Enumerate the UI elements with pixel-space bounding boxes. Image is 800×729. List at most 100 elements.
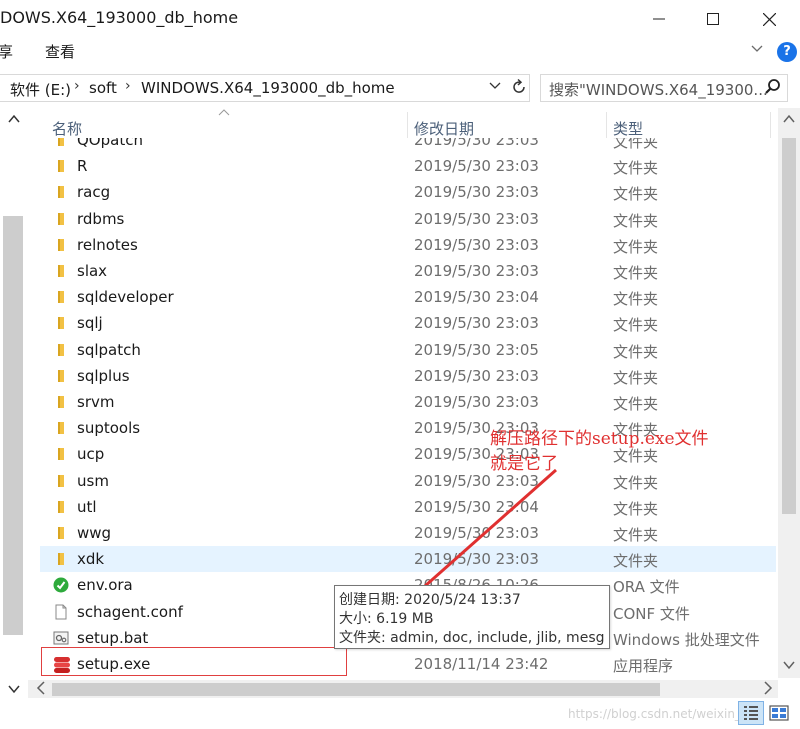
file-type: 文件夹 (613, 290, 659, 309)
column-divider[interactable] (770, 112, 771, 138)
file-row[interactable]: xdk 2019/5/30 23:03 文件夹 (40, 546, 776, 573)
file-name: wwg (77, 524, 112, 542)
folder-icon (53, 138, 69, 148)
column-header-date[interactable]: 修改日期 (414, 118, 474, 139)
file-row[interactable]: sqlj 2019/5/30 23:03 文件夹 (40, 310, 776, 336)
breadcrumb-chevron-icon[interactable]: › (125, 78, 131, 94)
file-row[interactable]: sqlpatch 2019/5/30 23:05 文件夹 (40, 337, 776, 363)
file-modified-date: 2019/5/30 23:03 (414, 235, 539, 254)
scroll-up-icon[interactable] (783, 113, 795, 127)
annotation-text-line1: 解压路径下的setup.exe文件 (490, 429, 709, 449)
column-header-name[interactable]: 名称 (52, 118, 82, 139)
folder-icon (53, 551, 69, 567)
scroll-down-icon[interactable] (783, 659, 795, 673)
file-type: 文件夹 (613, 316, 659, 335)
file-row[interactable]: QOpatch 2019/5/30 23:03 文件夹 (40, 138, 776, 153)
file-row[interactable]: rdbms 2019/5/30 23:03 文件夹 (40, 206, 776, 232)
large-icons-view-button[interactable] (768, 703, 790, 723)
file-row[interactable]: wwg 2019/5/30 23:03 文件夹 (40, 520, 776, 546)
help-icon[interactable]: ? (777, 42, 797, 62)
search-placeholder: 搜索"WINDOWS.X64_19300... (549, 81, 768, 99)
file-name: srvm (77, 393, 115, 411)
file-type: 文件夹 (613, 211, 659, 230)
scroll-right-icon[interactable] (763, 681, 773, 699)
column-header-type[interactable]: 类型 (613, 118, 643, 139)
file-modified-date: 2018/11/14 23:42 (414, 655, 549, 673)
file-name: xdk (77, 550, 105, 569)
tab-view[interactable]: 查看 (45, 41, 75, 62)
file-row[interactable]: relnotes 2019/5/30 23:03 文件夹 (40, 232, 776, 258)
file-modified-date: 2019/5/30 23:03 (414, 262, 539, 280)
folder-icon (53, 158, 69, 174)
file-row[interactable]: racg 2019/5/30 23:03 文件夹 (40, 179, 776, 205)
address-dropdown-icon[interactable] (489, 78, 501, 96)
file-type: 文件夹 (613, 185, 659, 204)
file-type: 应用程序 (613, 657, 674, 675)
file-name: QOpatch (77, 138, 143, 149)
file-row[interactable]: setup.exe 2018/11/14 23:42 应用程序 (40, 647, 776, 677)
file-row[interactable]: sqldeveloper 2019/5/30 23:04 文件夹 (40, 284, 776, 310)
file-name: env.ora (77, 576, 133, 595)
ribbon-tab-bar (0, 38, 800, 68)
vertical-scrollbar-thumb[interactable] (782, 138, 796, 514)
file-modified-date: 2019/5/30 23:03 (414, 138, 539, 149)
file-name: usm (77, 471, 109, 490)
horizontal-scrollbar-thumb[interactable] (52, 683, 660, 696)
nav-scrollbar-thumb[interactable] (3, 216, 23, 635)
file-row[interactable]: R 2019/5/30 23:03 文件夹 (40, 153, 776, 179)
file-modified-date: 2019/5/30 23:05 (414, 340, 539, 359)
file-row[interactable]: utl 2019/5/30 23:04 文件夹 (40, 494, 776, 520)
minimize-button[interactable] (636, 0, 682, 38)
file-modified-date: 2019/5/30 23:03 (414, 366, 539, 385)
close-button[interactable] (746, 0, 792, 38)
breadcrumb-current-folder[interactable]: WINDOWS.X64_193000_db_home (141, 79, 395, 97)
refresh-icon[interactable] (511, 78, 527, 100)
breadcrumb-chevron-icon[interactable]: › (74, 78, 80, 94)
file-row[interactable]: sqlplus 2019/5/30 23:03 文件夹 (40, 363, 776, 389)
folder-icon (53, 420, 69, 436)
folder-icon (53, 237, 69, 253)
folder-icon (53, 263, 69, 279)
file-name: ucp (77, 445, 105, 464)
file-modified-date: 2019/5/30 23:03 (414, 209, 539, 228)
file-type: 文件夹 (613, 138, 659, 151)
search-icon[interactable] (764, 77, 782, 97)
breadcrumb-soft[interactable]: soft (89, 79, 117, 97)
file-name: schagent.conf (77, 602, 183, 621)
file-type: Windows 批处理文件 (613, 630, 760, 649)
file-name: sqlpatch (77, 340, 141, 359)
file-name: setup.bat (77, 628, 149, 647)
folder-icon (53, 342, 69, 358)
details-view-icon (744, 706, 758, 720)
file-modified-date: 2019/5/30 23:03 (414, 157, 539, 176)
sort-ascending-icon (218, 106, 230, 119)
file-type: CONF 文件 (613, 604, 690, 623)
file-row[interactable]: slax 2019/5/30 23:03 文件夹 (40, 258, 776, 284)
file-type: 文件夹 (613, 159, 659, 178)
tab-share[interactable]: 享 (0, 41, 13, 62)
tooltip-created-date: 创建日期: 2020/5/24 13:37 (339, 592, 521, 608)
nav-scroll-up-icon[interactable] (8, 113, 20, 127)
file-type: 文件夹 (613, 264, 659, 282)
file-modified-date: 2019/5/30 23:03 (414, 471, 539, 490)
annotation-text-line2: 就是它了 (490, 454, 558, 474)
file-name: R (77, 157, 88, 176)
file-type: 文件夹 (613, 395, 659, 413)
file-type: 文件夹 (613, 237, 659, 256)
column-divider[interactable] (606, 112, 607, 138)
maximize-button[interactable] (690, 0, 736, 38)
scroll-left-icon[interactable] (36, 681, 46, 699)
file-row[interactable]: usm 2019/5/30 23:03 文件夹 (40, 468, 776, 494)
file-name: utl (77, 497, 97, 516)
folder-icon (53, 499, 69, 515)
breadcrumb-drive[interactable]: 软件 (E:) (10, 79, 71, 100)
file-type: 文件夹 (613, 499, 659, 518)
batch-file-icon (53, 630, 69, 646)
ribbon-expand-chevron-icon[interactable] (750, 41, 770, 61)
ora-file-icon (53, 577, 69, 593)
column-divider[interactable] (407, 112, 408, 138)
file-row[interactable]: srvm 2019/5/30 23:03 文件夹 (40, 389, 776, 415)
nav-scroll-down-icon[interactable] (8, 683, 20, 697)
details-view-button[interactable] (738, 701, 764, 725)
file-name: slax (77, 262, 108, 280)
